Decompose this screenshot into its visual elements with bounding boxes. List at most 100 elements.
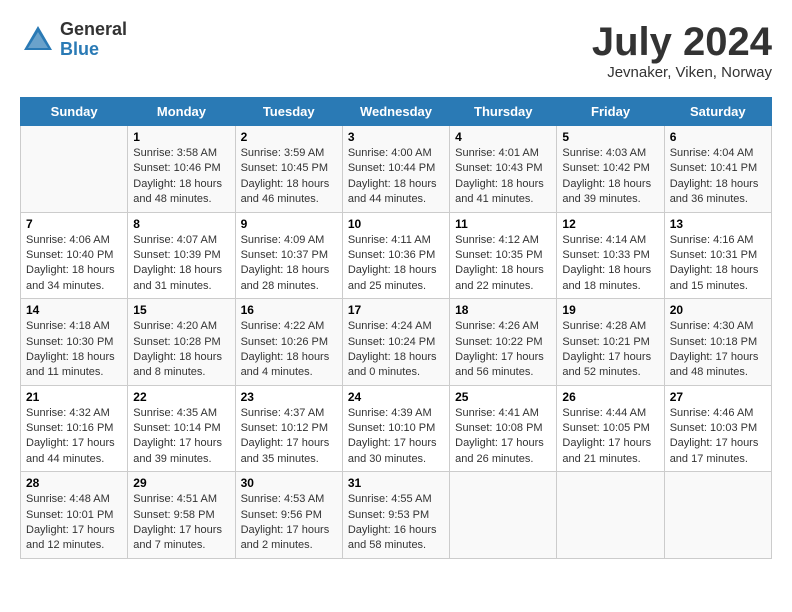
day-info: Sunrise: 4:37 AM Sunset: 10:12 PM Daylig… [241,406,337,468]
day-number: 8 [133,217,229,231]
month-title: July 2024 [592,20,772,64]
day-info: Sunrise: 4:39 AM Sunset: 10:10 PM Daylig… [348,406,444,468]
calendar-cell: 30Sunrise: 4:53 AM Sunset: 9:56 PM Dayli… [235,472,342,559]
calendar-cell: 25 Sunrise: 4:41 AM Sunset: 10:08 PM Dayl… [450,385,557,472]
day-info: Sunrise: 4:07 AM Sunset: 10:39 PM Daylig… [133,233,229,295]
day-info: Sunrise: 4:46 AM Sunset: 10:03 PM Daylig… [670,406,766,468]
calendar-cell: 27Sunrise: 4:46 AM Sunset: 10:03 PM Dayl… [664,385,771,472]
day-info: Sunrise: 4:30 AM Sunset: 10:18 PM Daylig… [670,319,766,381]
week-row-3: 14 Sunrise: 4:18 AM Sunset: 10:30 PM Dayl… [21,299,772,386]
title-block: July 2024 Jevnaker, Viken, Norway [592,20,772,81]
day-number: 26 [562,390,658,404]
calendar-cell: 23 Sunrise: 4:37 AM Sunset: 10:12 PM Dayl… [235,385,342,472]
day-number: 14 [26,303,122,317]
day-info: Sunrise: 4:51 AM Sunset: 9:58 PM Dayligh… [133,492,229,554]
day-number: 10 [348,217,444,231]
calendar-table: SundayMondayTuesdayWednesdayThursdayFrid… [20,97,772,559]
calendar-cell: 28Sunrise: 4:48 AM Sunset: 10:01 PM Dayl… [21,472,128,559]
column-header-friday: Friday [557,98,664,126]
column-header-wednesday: Wednesday [342,98,449,126]
calendar-cell: 20 Sunrise: 4:30 AM Sunset: 10:18 PM Dayl… [664,299,771,386]
week-row-4: 21Sunrise: 4:32 AM Sunset: 10:16 PM Dayl… [21,385,772,472]
day-info: Sunrise: 3:59 AM Sunset: 10:45 PM Daylig… [241,146,337,208]
week-row-1: 1Sunrise: 3:58 AM Sunset: 10:46 PM Dayli… [21,126,772,213]
day-number: 4 [455,130,551,144]
day-number: 11 [455,217,551,231]
day-number: 12 [562,217,658,231]
calendar-cell: 5 Sunrise: 4:03 AM Sunset: 10:42 PM Dayli… [557,126,664,213]
column-header-monday: Monday [128,98,235,126]
day-info: Sunrise: 4:26 AM Sunset: 10:22 PM Daylig… [455,319,551,381]
day-info: Sunrise: 4:04 AM Sunset: 10:41 PM Daylig… [670,146,766,208]
calendar-cell [557,472,664,559]
day-number: 3 [348,130,444,144]
day-number: 31 [348,476,444,490]
day-number: 18 [455,303,551,317]
day-number: 6 [670,130,766,144]
calendar-cell: 17Sunrise: 4:24 AM Sunset: 10:24 PM Dayl… [342,299,449,386]
day-number: 29 [133,476,229,490]
logo-line2: Blue [60,40,127,60]
calendar-cell: 8 Sunrise: 4:07 AM Sunset: 10:39 PM Dayli… [128,212,235,299]
calendar-cell: 3 Sunrise: 4:00 AM Sunset: 10:44 PM Dayli… [342,126,449,213]
day-info: Sunrise: 4:35 AM Sunset: 10:14 PM Daylig… [133,406,229,468]
calendar-cell: 9 Sunrise: 4:09 AM Sunset: 10:37 PM Dayli… [235,212,342,299]
day-number: 20 [670,303,766,317]
calendar-cell: 22 Sunrise: 4:35 AM Sunset: 10:14 PM Dayl… [128,385,235,472]
day-number: 13 [670,217,766,231]
calendar-cell: 12 Sunrise: 4:14 AM Sunset: 10:33 PM Dayl… [557,212,664,299]
day-info: Sunrise: 4:41 AM Sunset: 10:08 PM Daylig… [455,406,551,468]
calendar-cell: 4 Sunrise: 4:01 AM Sunset: 10:43 PM Dayli… [450,126,557,213]
day-info: Sunrise: 4:16 AM Sunset: 10:31 PM Daylig… [670,233,766,295]
week-row-5: 28Sunrise: 4:48 AM Sunset: 10:01 PM Dayl… [21,472,772,559]
day-number: 25 [455,390,551,404]
column-header-thursday: Thursday [450,98,557,126]
calendar-cell: 26Sunrise: 4:44 AM Sunset: 10:05 PM Dayl… [557,385,664,472]
calendar-cell: 13 Sunrise: 4:16 AM Sunset: 10:31 PM Dayl… [664,212,771,299]
calendar-cell: 16 Sunrise: 4:22 AM Sunset: 10:26 PM Dayl… [235,299,342,386]
logo-icon [20,22,56,58]
day-info: Sunrise: 4:14 AM Sunset: 10:33 PM Daylig… [562,233,658,295]
calendar-cell [664,472,771,559]
day-number: 2 [241,130,337,144]
day-info: Sunrise: 4:03 AM Sunset: 10:42 PM Daylig… [562,146,658,208]
calendar-cell [21,126,128,213]
day-number: 5 [562,130,658,144]
day-info: Sunrise: 4:24 AM Sunset: 10:24 PM Daylig… [348,319,444,381]
day-info: Sunrise: 4:55 AM Sunset: 9:53 PM Dayligh… [348,492,444,554]
calendar-cell: 24Sunrise: 4:39 AM Sunset: 10:10 PM Dayl… [342,385,449,472]
calendar-cell: 19 Sunrise: 4:28 AM Sunset: 10:21 PM Dayl… [557,299,664,386]
day-number: 22 [133,390,229,404]
calendar-cell: 7 Sunrise: 4:06 AM Sunset: 10:40 PM Dayli… [21,212,128,299]
day-info: Sunrise: 4:06 AM Sunset: 10:40 PM Daylig… [26,233,122,295]
day-number: 15 [133,303,229,317]
day-info: Sunrise: 4:00 AM Sunset: 10:44 PM Daylig… [348,146,444,208]
calendar-cell: 11 Sunrise: 4:12 AM Sunset: 10:35 PM Dayl… [450,212,557,299]
day-info: Sunrise: 4:32 AM Sunset: 10:16 PM Daylig… [26,406,122,468]
calendar-cell: 18 Sunrise: 4:26 AM Sunset: 10:22 PM Dayl… [450,299,557,386]
day-number: 19 [562,303,658,317]
location: Jevnaker, Viken, Norway [592,64,772,81]
day-info: Sunrise: 4:01 AM Sunset: 10:43 PM Daylig… [455,146,551,208]
calendar-cell [450,472,557,559]
column-header-saturday: Saturday [664,98,771,126]
day-info: Sunrise: 4:11 AM Sunset: 10:36 PM Daylig… [348,233,444,295]
logo-line1: General [60,20,127,40]
day-number: 9 [241,217,337,231]
day-info: Sunrise: 4:18 AM Sunset: 10:30 PM Daylig… [26,319,122,381]
day-info: Sunrise: 4:53 AM Sunset: 9:56 PM Dayligh… [241,492,337,554]
day-number: 16 [241,303,337,317]
logo-text: General Blue [60,20,127,60]
calendar-cell: 29 Sunrise: 4:51 AM Sunset: 9:58 PM Dayli… [128,472,235,559]
day-info: Sunrise: 4:09 AM Sunset: 10:37 PM Daylig… [241,233,337,295]
day-info: Sunrise: 4:22 AM Sunset: 10:26 PM Daylig… [241,319,337,381]
week-row-2: 7 Sunrise: 4:06 AM Sunset: 10:40 PM Dayli… [21,212,772,299]
day-number: 23 [241,390,337,404]
day-number: 7 [26,217,122,231]
calendar-cell: 6 Sunrise: 4:04 AM Sunset: 10:41 PM Dayli… [664,126,771,213]
day-info: Sunrise: 4:28 AM Sunset: 10:21 PM Daylig… [562,319,658,381]
day-info: Sunrise: 4:12 AM Sunset: 10:35 PM Daylig… [455,233,551,295]
calendar-cell: 21Sunrise: 4:32 AM Sunset: 10:16 PM Dayl… [21,385,128,472]
header: General Blue July 2024 Jevnaker, Viken, … [20,20,772,81]
day-info: Sunrise: 3:58 AM Sunset: 10:46 PM Daylig… [133,146,229,208]
